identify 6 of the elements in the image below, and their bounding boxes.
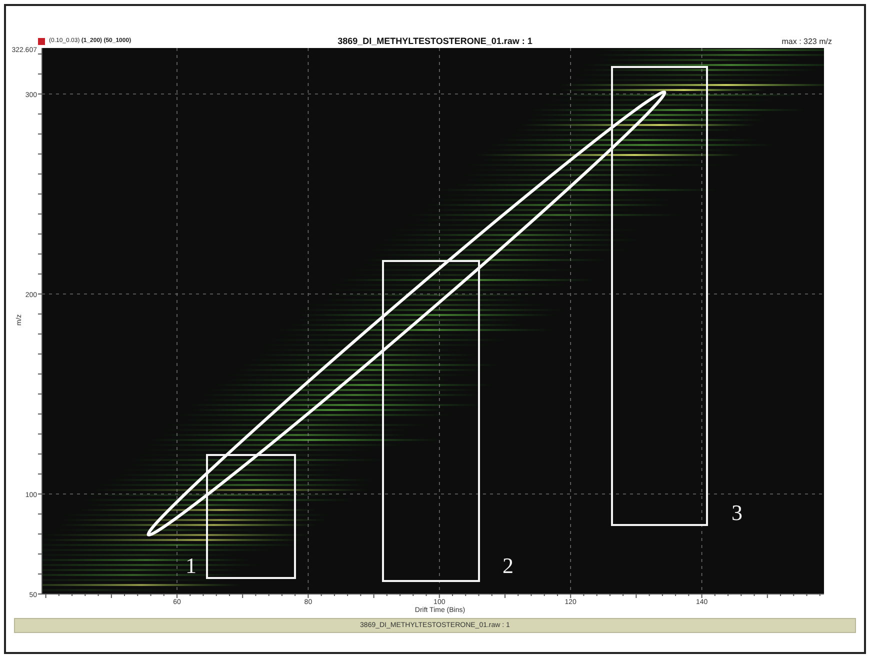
legend-swatch-icon	[38, 38, 45, 44]
region-label: 3	[732, 500, 742, 525]
chart-title: 3869_DI_METHYLTESTOSTERONE_01.raw : 1	[338, 36, 532, 46]
region-label: 1	[186, 553, 196, 578]
region-label: 2	[502, 553, 514, 578]
max-label: max : 323 m/z	[780, 36, 832, 46]
